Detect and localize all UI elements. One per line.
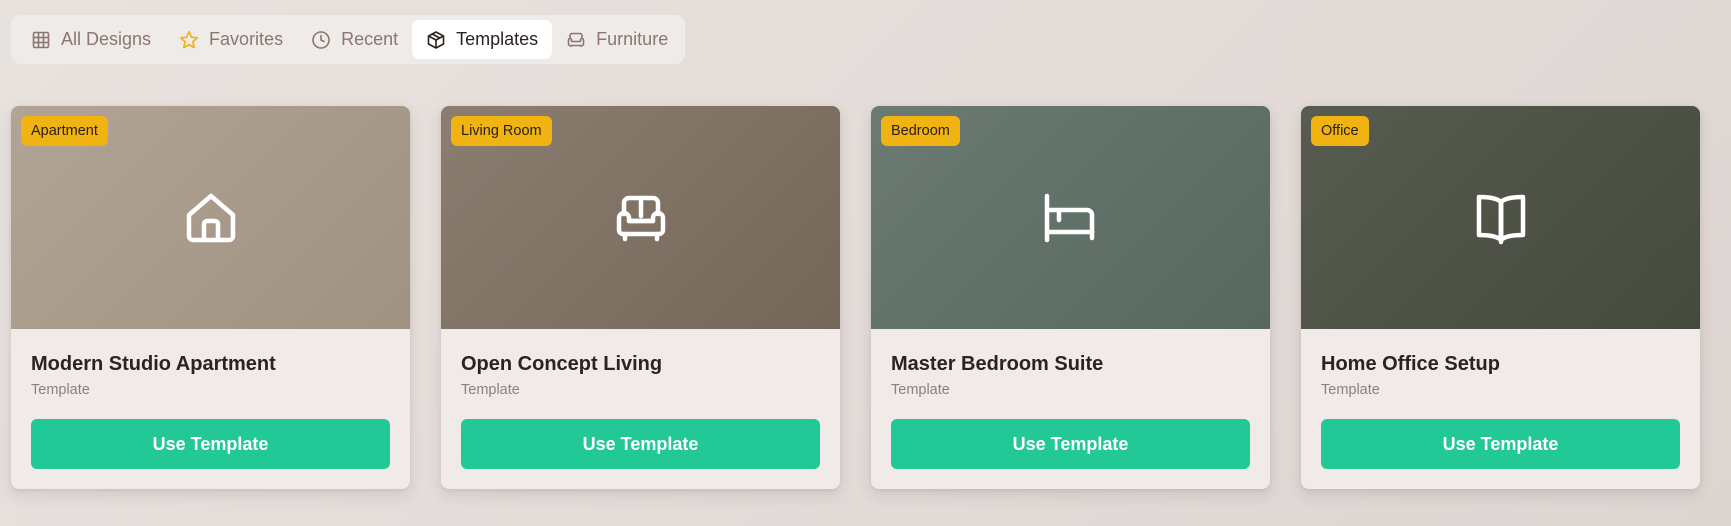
- card-title: Open Concept Living: [461, 353, 663, 375]
- tab-favorites[interactable]: Favorites: [165, 20, 297, 59]
- card-subtitle: Template: [1321, 382, 1380, 398]
- template-card: Office Home Office Setup Template Use Te…: [1301, 106, 1700, 489]
- use-template-button[interactable]: Use Template: [891, 419, 1250, 469]
- star-icon: [179, 30, 199, 50]
- category-badge: Apartment: [21, 116, 108, 146]
- sofa-icon: [566, 30, 586, 50]
- category-badge: Bedroom: [881, 116, 960, 146]
- card-image: Living Room: [441, 106, 840, 329]
- card-title: Home Office Setup: [1321, 353, 1500, 375]
- template-card: Apartment Modern Studio Apartment Templa…: [11, 106, 410, 489]
- card-title: Master Bedroom Suite: [891, 353, 1104, 375]
- card-image: Apartment: [11, 106, 410, 329]
- template-card: Bedroom Master Bedroom Suite Template Us…: [871, 106, 1270, 489]
- use-template-button[interactable]: Use Template: [1321, 419, 1680, 469]
- card-subtitle: Template: [31, 382, 90, 398]
- card-subtitle: Template: [891, 382, 950, 398]
- sofa-icon: [611, 188, 671, 248]
- use-template-button[interactable]: Use Template: [461, 419, 820, 469]
- tab-label: Templates: [456, 29, 539, 49]
- template-card: Living Room Open Concept Living Template…: [441, 106, 840, 489]
- card-image: Office: [1301, 106, 1700, 329]
- use-template-button[interactable]: Use Template: [31, 419, 390, 469]
- tab-templates[interactable]: Templates: [412, 20, 553, 59]
- clock-icon: [311, 30, 331, 50]
- book-icon: [1471, 188, 1531, 248]
- tab-label: All Designs: [61, 29, 152, 49]
- category-badge: Living Room: [451, 116, 552, 146]
- card-subtitle: Template: [461, 382, 520, 398]
- tab-label: Recent: [341, 29, 399, 49]
- tab-all-designs[interactable]: All Designs: [17, 20, 165, 59]
- house-icon: [181, 188, 241, 248]
- cube-icon: [426, 30, 446, 50]
- card-image: Bedroom: [871, 106, 1270, 329]
- tab-furniture[interactable]: Furniture: [552, 20, 682, 59]
- card-title: Modern Studio Apartment: [31, 353, 276, 375]
- category-badge: Office: [1311, 116, 1369, 146]
- category-tabs: All Designs Favorites Recent Templates F…: [11, 15, 685, 64]
- tab-label: Furniture: [596, 29, 669, 49]
- template-grid: Apartment Modern Studio Apartment Templa…: [11, 106, 1700, 489]
- grid-icon: [31, 30, 51, 50]
- tab-label: Favorites: [209, 29, 284, 49]
- bed-icon: [1041, 188, 1101, 248]
- tab-recent[interactable]: Recent: [297, 20, 412, 59]
